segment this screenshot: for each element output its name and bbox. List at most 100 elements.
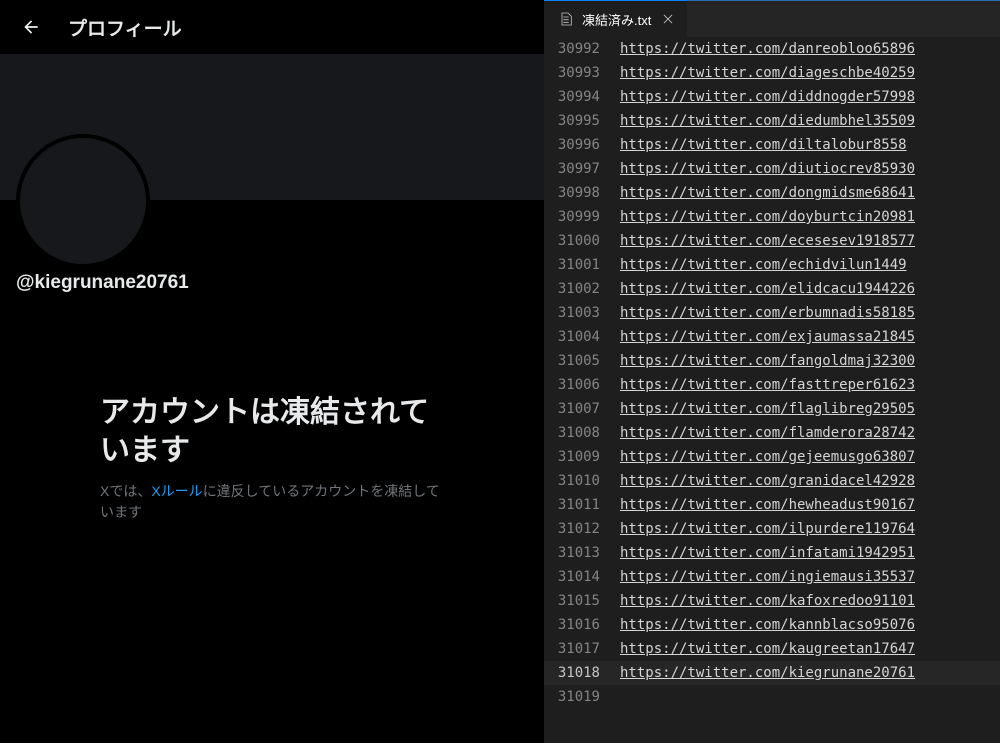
editor-body[interactable]: 30992https://twitter.com/danreobloo65896… bbox=[544, 37, 1000, 743]
line-content: https://twitter.com/ecesesev1918577 bbox=[620, 229, 915, 253]
line-content: https://twitter.com/hewheadust90167 bbox=[620, 493, 915, 517]
line-content: https://twitter.com/flaglibreg29505 bbox=[620, 397, 915, 421]
editor-line[interactable]: 31001https://twitter.com/echidvilun1449 bbox=[544, 253, 1000, 277]
editor-tab-title: 凍結済み.txt bbox=[582, 10, 651, 29]
line-content: https://twitter.com/fasttreper61623 bbox=[620, 373, 915, 397]
line-content: https://twitter.com/doyburtcin20981 bbox=[620, 205, 915, 229]
line-number: 31010 bbox=[544, 469, 620, 493]
line-content: https://twitter.com/kafoxredoo91101 bbox=[620, 589, 915, 613]
editor-line[interactable]: 31019 bbox=[544, 685, 1000, 709]
line-content: https://twitter.com/kiegrunane20761 bbox=[620, 661, 915, 685]
line-number: 30993 bbox=[544, 61, 620, 85]
editor-line[interactable]: 30993https://twitter.com/diageschbe40259 bbox=[544, 61, 1000, 85]
line-number: 31002 bbox=[544, 277, 620, 301]
x-profile-pane: プロフィール @kiegrunane20761 アカウントは凍結されています X… bbox=[0, 0, 544, 743]
line-number: 31013 bbox=[544, 541, 620, 565]
line-number: 30996 bbox=[544, 133, 620, 157]
editor-line[interactable]: 31005https://twitter.com/fangoldmaj32300 bbox=[544, 349, 1000, 373]
line-content: https://twitter.com/exjaumassa21845 bbox=[620, 325, 915, 349]
editor-line[interactable]: 31013https://twitter.com/infatami1942951 bbox=[544, 541, 1000, 565]
editor-line[interactable]: 30997https://twitter.com/diutiocrev85930 bbox=[544, 157, 1000, 181]
editor-line[interactable]: 31012https://twitter.com/ilpurdere119764 bbox=[544, 517, 1000, 541]
profile-header: プロフィール bbox=[0, 0, 544, 54]
line-number: 31014 bbox=[544, 565, 620, 589]
editor-tabbar: 凍結済み.txt bbox=[544, 1, 1000, 37]
arrow-left-icon bbox=[21, 17, 41, 37]
editor-line[interactable]: 30995https://twitter.com/diedumbhel35509 bbox=[544, 109, 1000, 133]
editor-line[interactable]: 31008https://twitter.com/flamderora28742 bbox=[544, 421, 1000, 445]
line-content: https://twitter.com/diddnogder57998 bbox=[620, 85, 915, 109]
tab-close-button[interactable] bbox=[659, 10, 677, 28]
line-content: https://twitter.com/diageschbe40259 bbox=[620, 61, 915, 85]
line-content: https://twitter.com/echidvilun1449 bbox=[620, 253, 907, 277]
line-number: 30994 bbox=[544, 85, 620, 109]
line-number: 31017 bbox=[544, 637, 620, 661]
line-content: https://twitter.com/erbumnadis58185 bbox=[620, 301, 915, 325]
line-number: 30999 bbox=[544, 205, 620, 229]
line-number: 30998 bbox=[544, 181, 620, 205]
close-icon bbox=[661, 12, 675, 26]
line-number: 31015 bbox=[544, 589, 620, 613]
line-number: 31001 bbox=[544, 253, 620, 277]
editor-line[interactable]: 31014https://twitter.com/ingiemausi35537 bbox=[544, 565, 1000, 589]
line-number: 31016 bbox=[544, 613, 620, 637]
line-content: https://twitter.com/dongmidsme68641 bbox=[620, 181, 915, 205]
line-number: 31011 bbox=[544, 493, 620, 517]
profile-handle: @kiegrunane20761 bbox=[16, 272, 528, 294]
editor-tab[interactable]: 凍結済み.txt bbox=[544, 1, 688, 37]
suspended-msg-before: Xでは、 bbox=[100, 483, 151, 499]
editor-line[interactable]: 30998https://twitter.com/dongmidsme68641 bbox=[544, 181, 1000, 205]
editor-line[interactable]: 30992https://twitter.com/danreobloo65896 bbox=[544, 37, 1000, 61]
line-content: https://twitter.com/fangoldmaj32300 bbox=[620, 349, 915, 373]
line-number: 31006 bbox=[544, 373, 620, 397]
line-number: 31007 bbox=[544, 397, 620, 421]
tab-active-indicator bbox=[544, 0, 687, 1]
line-number: 30992 bbox=[544, 37, 620, 61]
editor-line[interactable]: 30999https://twitter.com/doyburtcin20981 bbox=[544, 205, 1000, 229]
editor-line[interactable]: 30996https://twitter.com/diltalobur8558 bbox=[544, 133, 1000, 157]
editor-line[interactable]: 31009https://twitter.com/gejeemusgo63807 bbox=[544, 445, 1000, 469]
editor-line[interactable]: 31000https://twitter.com/ecesesev1918577 bbox=[544, 229, 1000, 253]
line-content: https://twitter.com/diltalobur8558 bbox=[620, 133, 907, 157]
line-number: 31012 bbox=[544, 517, 620, 541]
suspended-title: アカウントは凍結されています bbox=[100, 394, 444, 469]
editor-line[interactable]: 31003https://twitter.com/erbumnadis58185 bbox=[544, 301, 1000, 325]
editor-line[interactable]: 31007https://twitter.com/flaglibreg29505 bbox=[544, 397, 1000, 421]
line-content: https://twitter.com/kannblacso95076 bbox=[620, 613, 915, 637]
line-number: 31009 bbox=[544, 445, 620, 469]
line-number: 31004 bbox=[544, 325, 620, 349]
x-rules-link[interactable]: Xルール bbox=[151, 483, 202, 499]
avatar-container bbox=[0, 200, 544, 260]
line-content: https://twitter.com/elidcacu1944226 bbox=[620, 277, 915, 301]
editor-line[interactable]: 31016https://twitter.com/kannblacso95076 bbox=[544, 613, 1000, 637]
editor-line[interactable]: 30994https://twitter.com/diddnogder57998 bbox=[544, 85, 1000, 109]
line-number: 30995 bbox=[544, 109, 620, 133]
editor-line[interactable]: 31011https://twitter.com/hewheadust90167 bbox=[544, 493, 1000, 517]
line-content: https://twitter.com/diutiocrev85930 bbox=[620, 157, 915, 181]
line-content: https://twitter.com/granidacel42928 bbox=[620, 469, 915, 493]
editor-line[interactable]: 31018https://twitter.com/kiegrunane20761 bbox=[544, 661, 1000, 685]
line-content: https://twitter.com/ilpurdere119764 bbox=[620, 517, 915, 541]
editor-lines: 30992https://twitter.com/danreobloo65896… bbox=[544, 37, 1000, 743]
line-content: https://twitter.com/infatami1942951 bbox=[620, 541, 915, 565]
page-title: プロフィール bbox=[68, 14, 182, 41]
back-button[interactable] bbox=[14, 10, 48, 44]
avatar bbox=[16, 134, 150, 268]
editor-line[interactable]: 31002https://twitter.com/elidcacu1944226 bbox=[544, 277, 1000, 301]
suspended-block: アカウントは凍結されています Xでは、Xルールに違反しているアカウントを凍結して… bbox=[0, 294, 544, 523]
editor-line[interactable]: 31004https://twitter.com/exjaumassa21845 bbox=[544, 325, 1000, 349]
line-number: 31000 bbox=[544, 229, 620, 253]
editor-line[interactable]: 31010https://twitter.com/granidacel42928 bbox=[544, 469, 1000, 493]
line-content: https://twitter.com/flamderora28742 bbox=[620, 421, 915, 445]
suspended-message: Xでは、Xルールに違反しているアカウントを凍結しています bbox=[100, 481, 444, 523]
line-number: 30997 bbox=[544, 157, 620, 181]
line-content: https://twitter.com/diedumbhel35509 bbox=[620, 109, 915, 133]
line-number: 31008 bbox=[544, 421, 620, 445]
line-content: https://twitter.com/gejeemusgo63807 bbox=[620, 445, 915, 469]
editor-line[interactable]: 31006https://twitter.com/fasttreper61623 bbox=[544, 373, 1000, 397]
editor-line[interactable]: 31015https://twitter.com/kafoxredoo91101 bbox=[544, 589, 1000, 613]
file-text-icon bbox=[558, 11, 574, 27]
line-number: 31018 bbox=[544, 661, 620, 685]
line-content: https://twitter.com/danreobloo65896 bbox=[620, 37, 915, 61]
editor-line[interactable]: 31017https://twitter.com/kaugreetan17647 bbox=[544, 637, 1000, 661]
